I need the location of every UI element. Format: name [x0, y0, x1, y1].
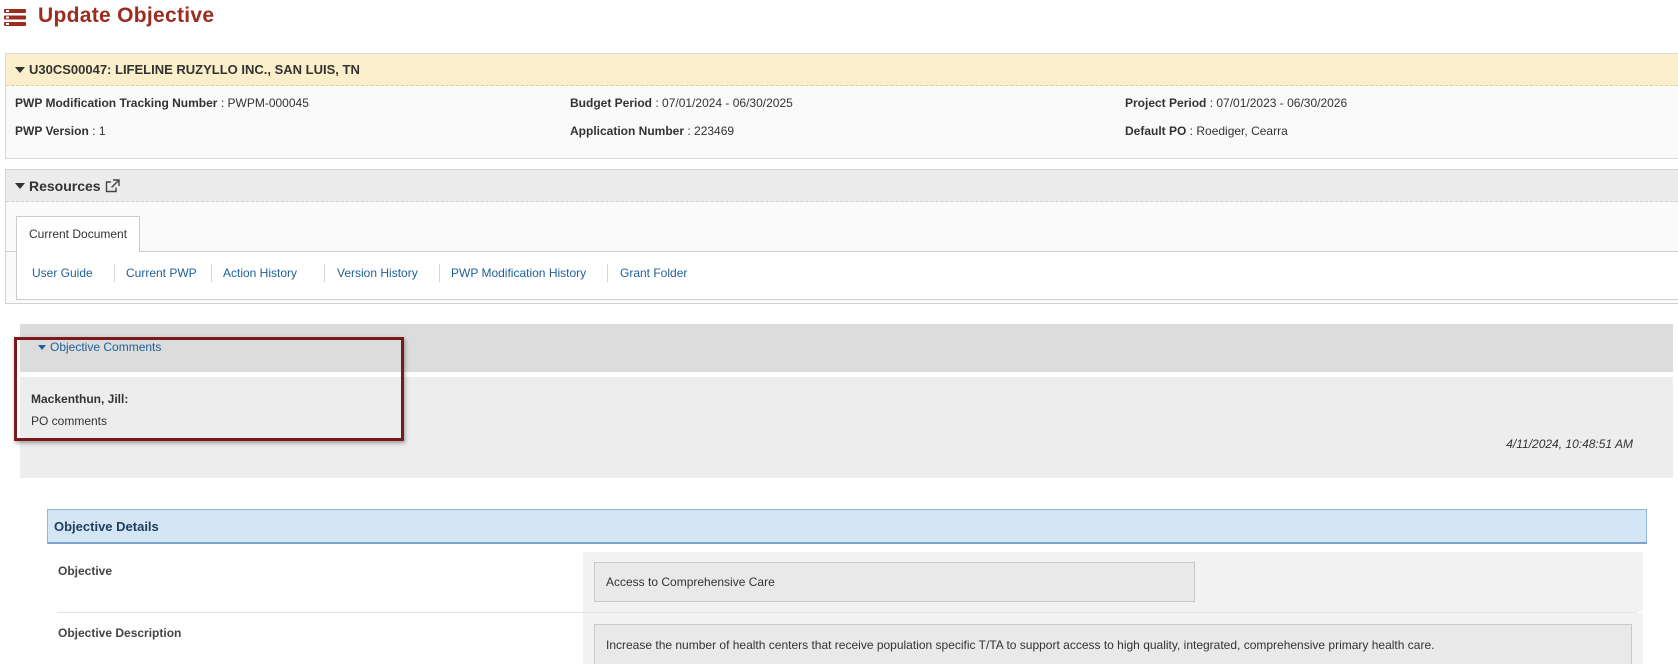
- tracking-number-value: PWPM-000045: [227, 96, 309, 110]
- objective-details-header: Objective Details: [47, 509, 1647, 544]
- caret-down-icon: [15, 182, 25, 189]
- tracking-number-field: PWP Modification Tracking Number : PWPM-…: [15, 96, 309, 110]
- grant-header-title: U30CS00047: LIFELINE RUZYLLO INC., SAN L…: [29, 62, 360, 77]
- application-number-field: Application Number : 223469: [570, 124, 735, 138]
- pwp-version-value: 1: [98, 124, 106, 138]
- tracking-number-label: PWP Modification Tracking Number: [15, 96, 218, 110]
- link-divider: [607, 264, 608, 282]
- grant-panel-toggle[interactable]: U30CS00047: LIFELINE RUZYLLO INC., SAN L…: [6, 54, 1678, 86]
- default-po-field: Default PO : Roediger, Cearra: [1125, 124, 1288, 138]
- objective-description-field[interactable]: Increase the number of health centers th…: [594, 624, 1632, 664]
- budget-period-field: Budget Period : 07/01/2024 - 06/30/2025: [570, 96, 793, 110]
- application-number-label: Application Number: [570, 124, 685, 138]
- project-period-label: Project Period: [1125, 96, 1207, 110]
- user-guide-link[interactable]: User Guide: [32, 266, 93, 280]
- resources-panel: Resources Current Document User Guide Cu…: [5, 169, 1678, 304]
- pwp-version-field: PWP Version : 1: [15, 124, 106, 138]
- comment-timestamp: 4/11/2024, 10:48:51 AM: [1506, 437, 1633, 451]
- resources-tab-strip: Current Document: [6, 202, 1678, 253]
- list-icon: [4, 9, 26, 26]
- budget-period-value: 07/01/2024 - 06/30/2025: [662, 96, 793, 110]
- budget-period-label: Budget Period: [570, 96, 653, 110]
- link-divider: [211, 264, 212, 282]
- comment-text: PO comments: [31, 414, 108, 428]
- application-number-value: 223469: [694, 124, 735, 138]
- objective-comments-header: Objective Comments: [20, 324, 1673, 372]
- grant-info-panel: U30CS00047: LIFELINE RUZYLLO INC., SAN L…: [5, 53, 1678, 159]
- default-po-value: Roediger, Cearra: [1196, 124, 1288, 138]
- default-po-label: Default PO: [1125, 124, 1187, 138]
- resources-toggle[interactable]: Resources: [6, 170, 1678, 202]
- objective-description-label: Objective Description: [58, 626, 182, 640]
- project-period-value: 07/01/2023 - 06/30/2026: [1216, 96, 1348, 110]
- pwp-version-label: PWP Version: [15, 124, 89, 138]
- link-divider: [324, 264, 325, 282]
- tab-current-document[interactable]: Current Document: [16, 216, 141, 253]
- link-divider: [439, 264, 440, 282]
- comment-author: Mackenthun, Jill:: [31, 392, 129, 406]
- page-title: Update Objective: [38, 4, 215, 27]
- objective-field[interactable]: Access to Comprehensive Care: [594, 562, 1195, 602]
- current-pwp-link[interactable]: Current PWP: [126, 266, 197, 280]
- objective-comments-label: Objective Comments: [50, 340, 162, 354]
- link-divider: [114, 264, 115, 282]
- version-history-link[interactable]: Version History: [337, 266, 418, 280]
- objective-label: Objective: [58, 564, 113, 578]
- objective-details-title: Objective Details: [54, 518, 159, 534]
- objective-comment: Mackenthun, Jill: PO comments 4/11/2024,…: [20, 377, 1673, 478]
- resource-links: User Guide Current PWP Action History Ve…: [16, 252, 1678, 300]
- action-history-link[interactable]: Action History: [223, 266, 297, 280]
- grant-folder-link[interactable]: Grant Folder: [620, 266, 687, 280]
- objective-comments-toggle[interactable]: Objective Comments: [38, 340, 161, 354]
- project-period-field: Project Period : 07/01/2023 - 06/30/2026: [1125, 96, 1348, 110]
- objective-description-row: Objective Description Increase the numbe…: [47, 613, 1647, 664]
- objective-row: Objective Access to Comprehensive Care: [47, 545, 1647, 612]
- page-header: Update Objective: [0, 0, 1678, 36]
- resources-title: Resources: [29, 177, 101, 194]
- external-link-icon[interactable]: [105, 178, 120, 193]
- caret-down-icon: [38, 344, 46, 350]
- caret-down-icon: [15, 66, 25, 73]
- pwp-modification-history-link[interactable]: PWP Modification History: [451, 266, 586, 280]
